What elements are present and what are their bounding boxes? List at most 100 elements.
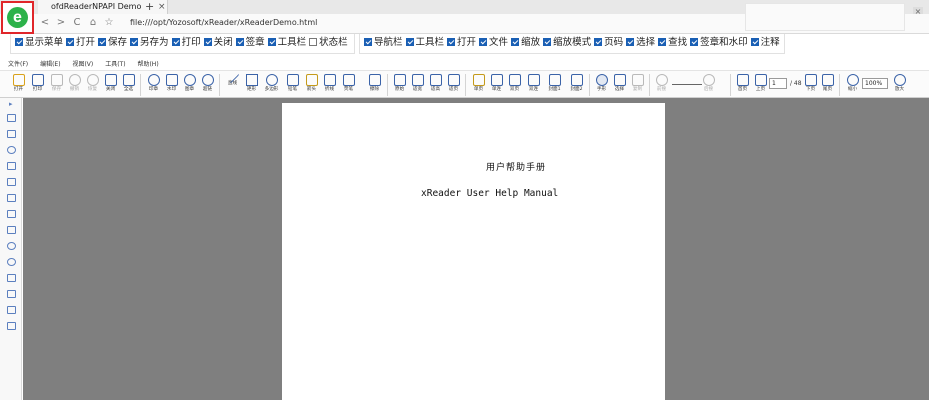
signature-icon[interactable] (7, 306, 16, 314)
new-tab-icon[interactable]: + (145, 0, 154, 14)
cover1-button[interactable]: 封面1 (546, 73, 563, 97)
attachment-icon[interactable] (7, 274, 16, 282)
reader-option[interactable]: 导航栏 (364, 34, 403, 52)
checkbox[interactable] (267, 38, 276, 46)
image-icon[interactable] (7, 226, 16, 234)
back-icon[interactable]: < (38, 16, 52, 30)
checkbox[interactable] (543, 38, 552, 46)
checkbox-label: 状态栏 (319, 37, 348, 48)
polygon-button[interactable]: 多边形 (263, 73, 280, 97)
checkbox[interactable] (364, 38, 372, 46)
reader-option[interactable]: 打开 (447, 34, 476, 52)
last-page-button[interactable]: 尾页 (819, 73, 836, 97)
reader-option[interactable]: 文件 (479, 34, 508, 52)
forward-icon[interactable]: > (54, 16, 68, 30)
menu-edit[interactable]: 编辑(E) (40, 60, 60, 70)
last-page-icon (821, 74, 834, 86)
checkbox[interactable] (690, 38, 699, 46)
select-all-button[interactable]: 全选 (120, 73, 137, 97)
checkbox[interactable] (626, 38, 635, 46)
checkbox[interactable] (130, 38, 139, 46)
menu-option[interactable]: 另存为 (130, 34, 169, 52)
checkbox[interactable] (98, 38, 107, 46)
reader-option[interactable]: 工具栏 (405, 34, 444, 52)
menu-option[interactable]: 显示菜单 (15, 34, 63, 52)
extension-area (745, 3, 905, 31)
menu-help[interactable]: 帮助(H) (137, 60, 158, 70)
rectangle-button[interactable]: 矩形 (243, 73, 260, 97)
hyperlink-button[interactable]: 超链 (199, 73, 216, 97)
fit-page-button[interactable]: 适页 (445, 73, 462, 97)
document-page[interactable] (282, 103, 665, 400)
reader-option[interactable]: 缩放 (511, 34, 540, 52)
search-input[interactable] (672, 84, 702, 85)
thumbnail-icon[interactable] (7, 178, 16, 186)
checkbox[interactable] (66, 38, 75, 46)
cover1-icon (548, 74, 561, 86)
url-field[interactable]: file:///opt/Yozosoft/xReader/xReaderDemo… (130, 17, 317, 29)
pen-icon[interactable] (7, 114, 16, 122)
checkbox-label: 页码 (604, 37, 624, 48)
checkbox[interactable] (203, 38, 212, 46)
folder-icon (12, 74, 25, 86)
checkbox[interactable] (309, 38, 318, 46)
collapse-arrow-icon[interactable]: ▸ (9, 100, 13, 108)
tab-close-icon[interactable]: × (158, 0, 166, 14)
checkbox[interactable] (235, 38, 244, 46)
bookmark-panel-icon[interactable] (7, 162, 16, 170)
layer-icon[interactable] (7, 194, 16, 202)
cover2-button[interactable]: 封面2 (568, 73, 585, 97)
checkbox-label: 另存为 (140, 37, 169, 48)
page-icon[interactable] (7, 210, 16, 218)
double-continuous-button[interactable]: 双连 (525, 73, 542, 97)
annotation-icon[interactable] (7, 290, 16, 298)
reader-option[interactable]: 注释 (750, 34, 780, 52)
eraser-button[interactable]: 擦除 (366, 73, 383, 97)
seal-list-icon[interactable] (7, 242, 16, 250)
close-doc-icon (104, 74, 117, 86)
menu-option[interactable]: 打开 (66, 34, 95, 52)
menu-option[interactable]: 工具栏 (267, 34, 306, 52)
checkbox[interactable] (511, 38, 520, 46)
bookmark-icon[interactable]: ☆ (102, 16, 116, 30)
checkbox[interactable] (447, 38, 456, 46)
outline-icon[interactable] (7, 130, 16, 138)
user-icon[interactable] (7, 258, 16, 266)
checkbox-label: 导航栏 (374, 37, 403, 48)
menu-option[interactable]: 关闭 (203, 34, 233, 52)
search-icon[interactable] (7, 146, 16, 154)
reader-option[interactable]: 页码 (594, 34, 623, 52)
checkbox[interactable] (750, 38, 759, 46)
layers-stack-icon[interactable] (7, 322, 16, 330)
highlighter-icon (342, 74, 355, 86)
checkbox[interactable] (658, 38, 667, 46)
find-prev-button[interactable]: 前搜 (653, 73, 670, 97)
checkbox[interactable] (594, 38, 603, 46)
reader-option[interactable]: 查找 (658, 34, 687, 52)
checkbox[interactable] (479, 38, 488, 46)
menu-option[interactable]: 签章 (235, 34, 265, 52)
zoom-out-button[interactable]: 缩小 (844, 73, 861, 97)
copy-button[interactable]: 复制 (629, 73, 646, 97)
menu-option[interactable]: 保存 (98, 34, 127, 52)
checkbox[interactable] (15, 38, 23, 46)
menu-option[interactable]: 打印 (171, 34, 201, 52)
page-number-input[interactable]: 1 (769, 78, 787, 89)
single-continuous-icon (490, 74, 503, 86)
home-icon[interactable]: ⌂ (86, 16, 100, 30)
checkbox[interactable] (405, 38, 414, 46)
checkbox[interactable] (171, 38, 180, 46)
prev-page-button[interactable]: 上页 (752, 73, 769, 97)
reader-option[interactable]: 缩放模式 (543, 34, 591, 52)
menu-tools[interactable]: 工具(T) (105, 60, 125, 70)
menu-view[interactable]: 视图(V) (72, 60, 93, 70)
zoom-input[interactable]: 100% (862, 78, 888, 89)
menu-file[interactable]: 文件(F) (8, 60, 28, 70)
zoom-in-button[interactable]: 放大 (891, 73, 908, 97)
menu-option[interactable]: 状态栏 (309, 34, 348, 52)
reload-icon[interactable]: C (70, 16, 84, 30)
reader-option[interactable]: 签章和水印 (690, 34, 748, 52)
reader-option[interactable]: 选择 (626, 34, 655, 52)
highlighter-button[interactable]: 荧笔 (340, 73, 357, 97)
find-next-button[interactable]: 后搜 (700, 73, 717, 97)
